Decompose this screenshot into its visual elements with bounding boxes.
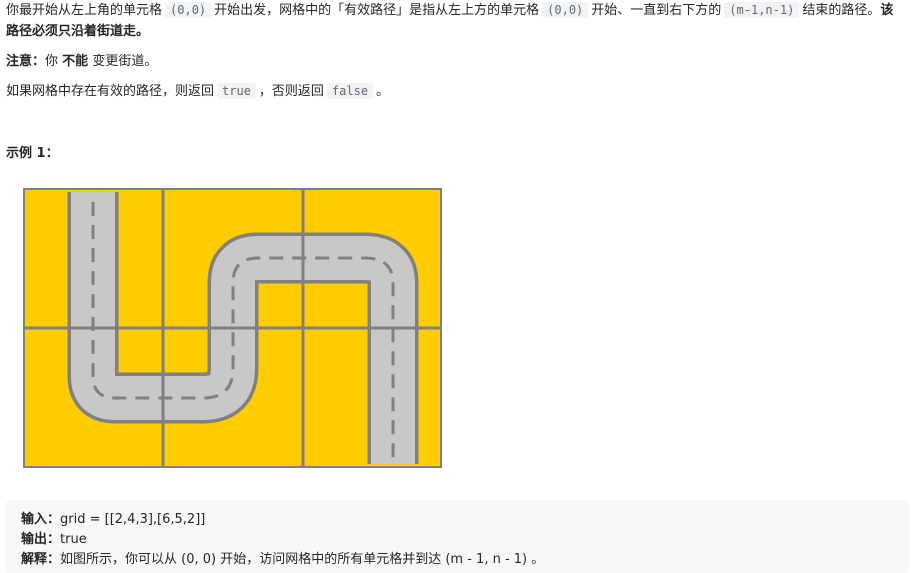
inline-code: (m-1,n-1) — [724, 2, 800, 18]
return-paragraph: 如果网格中存在有效的路径，则返回 true ，否则返回 false。 — [6, 81, 904, 102]
text: ，否则返回 — [258, 84, 324, 99]
text: 你 — [45, 54, 59, 69]
input-label: 输入： — [21, 512, 61, 527]
example-explain-line: 解释：如图所示，你可以从 (0, 0) 开始，访问网格中的所有单元格并到达 (m… — [21, 550, 544, 570]
description-paragraph-1: 你最开始从左上角的单元格 (0,0) 开始出发，网格中的「有效路径」是指从左上方的单… — [6, 0, 904, 42]
text: 。 — [376, 84, 390, 99]
example-input-line: 输入：grid = [[2,4,3],[6,5,2]] — [21, 510, 205, 530]
text: 结束的路径。 — [802, 3, 881, 18]
text: 开始、一直到右下方的 — [591, 3, 722, 18]
text: 开始出发，网格中的「有效路径」是指从左上方的单元格 — [214, 3, 540, 18]
inline-code: false — [326, 83, 374, 99]
text: 如果网格中存在有效的路径，则返回 — [6, 84, 215, 99]
explain-value: 如图所示，你可以从 (0, 0) 开始，访问网格中的所有单元格并到达 (m - … — [60, 552, 545, 567]
output-label: 输出： — [21, 532, 61, 547]
example-block: 输入：grid = [[2,4,3],[6,5,2]] 输出：true 解释：如… — [6, 500, 910, 573]
output-value: true — [60, 532, 87, 547]
bold-text: 不能 — [62, 54, 89, 69]
inline-code: (0,0) — [542, 2, 589, 18]
explain-label: 解释： — [21, 552, 61, 567]
inline-code: true — [217, 83, 256, 99]
text: 变更街道。 — [92, 54, 158, 69]
street-grid-figure — [23, 188, 442, 468]
text: 你最开始从左上角的单元格 — [6, 3, 163, 18]
example-output-line: 输出：true — [21, 530, 87, 550]
note-label: 注意： — [6, 54, 46, 69]
inline-code: (0,0) — [165, 2, 212, 18]
example-title: 示例 1： — [6, 146, 59, 161]
note-paragraph: 注意：你 不能 变更街道。 — [6, 51, 904, 72]
input-value: grid = [[2,4,3],[6,5,2]] — [60, 512, 206, 527]
